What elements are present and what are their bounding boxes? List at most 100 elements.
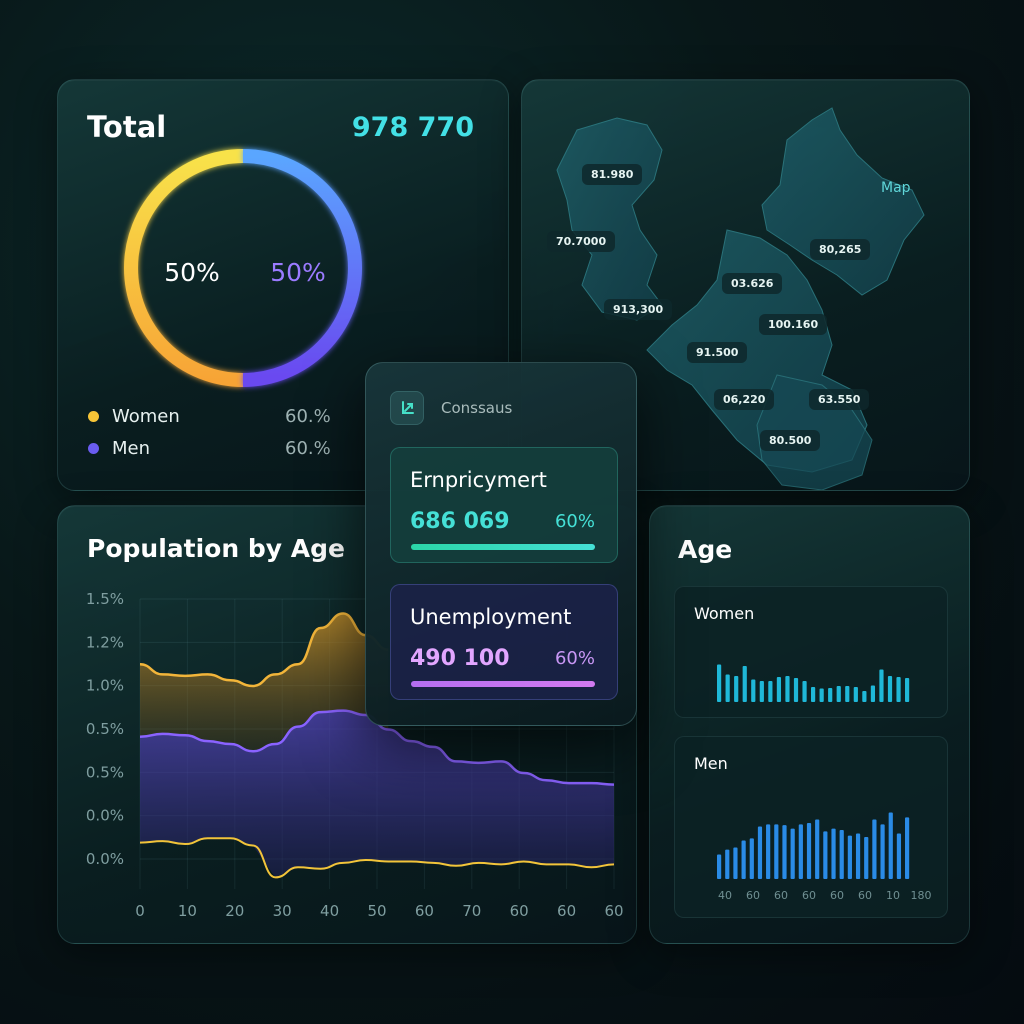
age-bar <box>742 666 747 702</box>
x-tick-label: 70 <box>462 902 481 920</box>
age-bar <box>823 831 828 879</box>
age-card: Age Women Men 40 60 60 60 60 60 10 180 <box>649 505 970 944</box>
age-bar <box>831 828 836 879</box>
x-tick-label: 20 <box>225 902 244 920</box>
age-bar <box>855 833 861 879</box>
employment-progress-track <box>411 544 595 550</box>
age-bar <box>880 824 885 879</box>
x-tick-label: 60 <box>510 902 529 920</box>
age-bar <box>782 825 787 879</box>
men-x-tick-label: 10 <box>886 889 900 902</box>
age-bar <box>725 674 730 702</box>
gender-donut-chart: 50% 50% <box>124 149 362 387</box>
age-bar <box>839 830 844 879</box>
legend-men-label: Men <box>112 438 151 459</box>
men-x-tick-label: 60 <box>830 889 844 902</box>
y-tick-label: 1.0% <box>86 677 124 695</box>
employment-percent: 60% <box>554 511 595 532</box>
age-bar <box>717 664 722 702</box>
census-label: Conssaus <box>441 399 513 417</box>
age-bar <box>785 676 790 702</box>
employment-title: Ernpricymert <box>410 468 547 492</box>
age-bar <box>853 687 858 702</box>
legend-women-dot <box>88 411 99 422</box>
age-bar <box>862 691 867 702</box>
map-value-tag: 913,300 <box>604 299 673 320</box>
y-tick-label: 0.5% <box>86 763 124 781</box>
age-bar <box>749 838 754 879</box>
map-value-tag: 100.160 <box>759 314 828 335</box>
donut-right-percent: 50% <box>270 258 326 287</box>
employment-value: 686 069 <box>410 509 510 534</box>
men-x-tick-label: 60 <box>802 889 816 902</box>
map-value-tag: 70.7000 <box>547 231 616 252</box>
census-icon-button[interactable] <box>390 391 424 425</box>
age-bar <box>905 817 910 879</box>
x-tick-label: 50 <box>367 902 386 920</box>
employment-progress-fill <box>411 544 595 550</box>
age-bar <box>741 840 746 879</box>
age-bar <box>811 687 816 702</box>
age-bar <box>819 688 824 702</box>
map-value-tag: 91.500 <box>687 342 748 363</box>
x-tick-label: 30 <box>273 902 292 920</box>
map-value-tag: 03.626 <box>722 273 783 294</box>
age-bar <box>751 679 756 702</box>
chart-arrow-icon <box>402 401 414 414</box>
x-tick-label: 10 <box>178 902 197 920</box>
unemployment-progress-fill <box>411 681 595 687</box>
map-value-tag: 06,220 <box>714 389 775 410</box>
age-women-panel: Women <box>674 586 948 718</box>
donut-left-percent: 50% <box>164 258 220 287</box>
age-bar <box>766 824 771 879</box>
map-value-tag: 63.550 <box>809 389 870 410</box>
men-x-tick-label: 40 <box>718 889 732 902</box>
age-bar <box>845 686 850 702</box>
men-x-tick-label: 60 <box>858 889 872 902</box>
census-popup[interactable]: Conssaus Ernpricymert 686 069 60% Unempl… <box>365 362 637 726</box>
map-region-west[interactable] <box>556 117 663 321</box>
y-tick-label: 0.0% <box>86 850 124 868</box>
x-tick-label: 0 <box>135 902 145 920</box>
age-bar <box>836 686 841 702</box>
unemployment-stat-card[interactable]: Unemployment 490 100 60% <box>390 584 618 700</box>
y-tick-label: 1.5% <box>86 590 124 608</box>
age-bar <box>806 823 812 879</box>
legend-men-value: 60.% <box>285 438 331 459</box>
age-bar <box>872 819 877 879</box>
age-bar <box>864 837 869 879</box>
map-value-tag: 81.980 <box>582 164 643 185</box>
age-bar <box>768 681 773 702</box>
age-bar <box>793 678 799 702</box>
age-bar <box>896 677 901 702</box>
age-bar <box>802 681 807 702</box>
age-bar <box>776 677 782 702</box>
age-bar <box>774 824 779 879</box>
age-bar <box>905 678 910 702</box>
age-bar <box>888 812 893 879</box>
y-tick-label: 0.0% <box>86 807 124 825</box>
age-bar <box>847 835 852 879</box>
age-bar <box>757 826 763 879</box>
age-bar <box>798 824 803 879</box>
legend-women-value: 60.% <box>285 406 331 427</box>
map-value-tag: 80,265 <box>810 239 871 260</box>
y-tick-label: 1.2% <box>86 633 124 651</box>
age-bar <box>717 854 722 879</box>
age-bar <box>790 828 795 879</box>
map-label: Map <box>881 180 911 196</box>
age-title: Age <box>678 535 733 564</box>
age-bar <box>879 669 884 702</box>
men-x-tick-label: 180 <box>911 889 932 902</box>
total-title: Total <box>87 110 167 144</box>
men-bar-chart: 40 60 60 60 60 60 10 180 <box>717 812 932 902</box>
women-bar-chart <box>717 664 910 702</box>
x-tick-label: 60 <box>604 902 623 920</box>
unemployment-percent: 60% <box>554 648 595 669</box>
y-tick-label: 0.5% <box>86 720 124 738</box>
legend-men: Men 60.% <box>88 438 331 459</box>
employment-stat-card[interactable]: Ernpricymert 686 069 60% <box>390 447 618 563</box>
legend-men-dot <box>88 443 99 454</box>
legend-women: Women 60.% <box>88 406 331 427</box>
age-bar <box>828 688 833 702</box>
